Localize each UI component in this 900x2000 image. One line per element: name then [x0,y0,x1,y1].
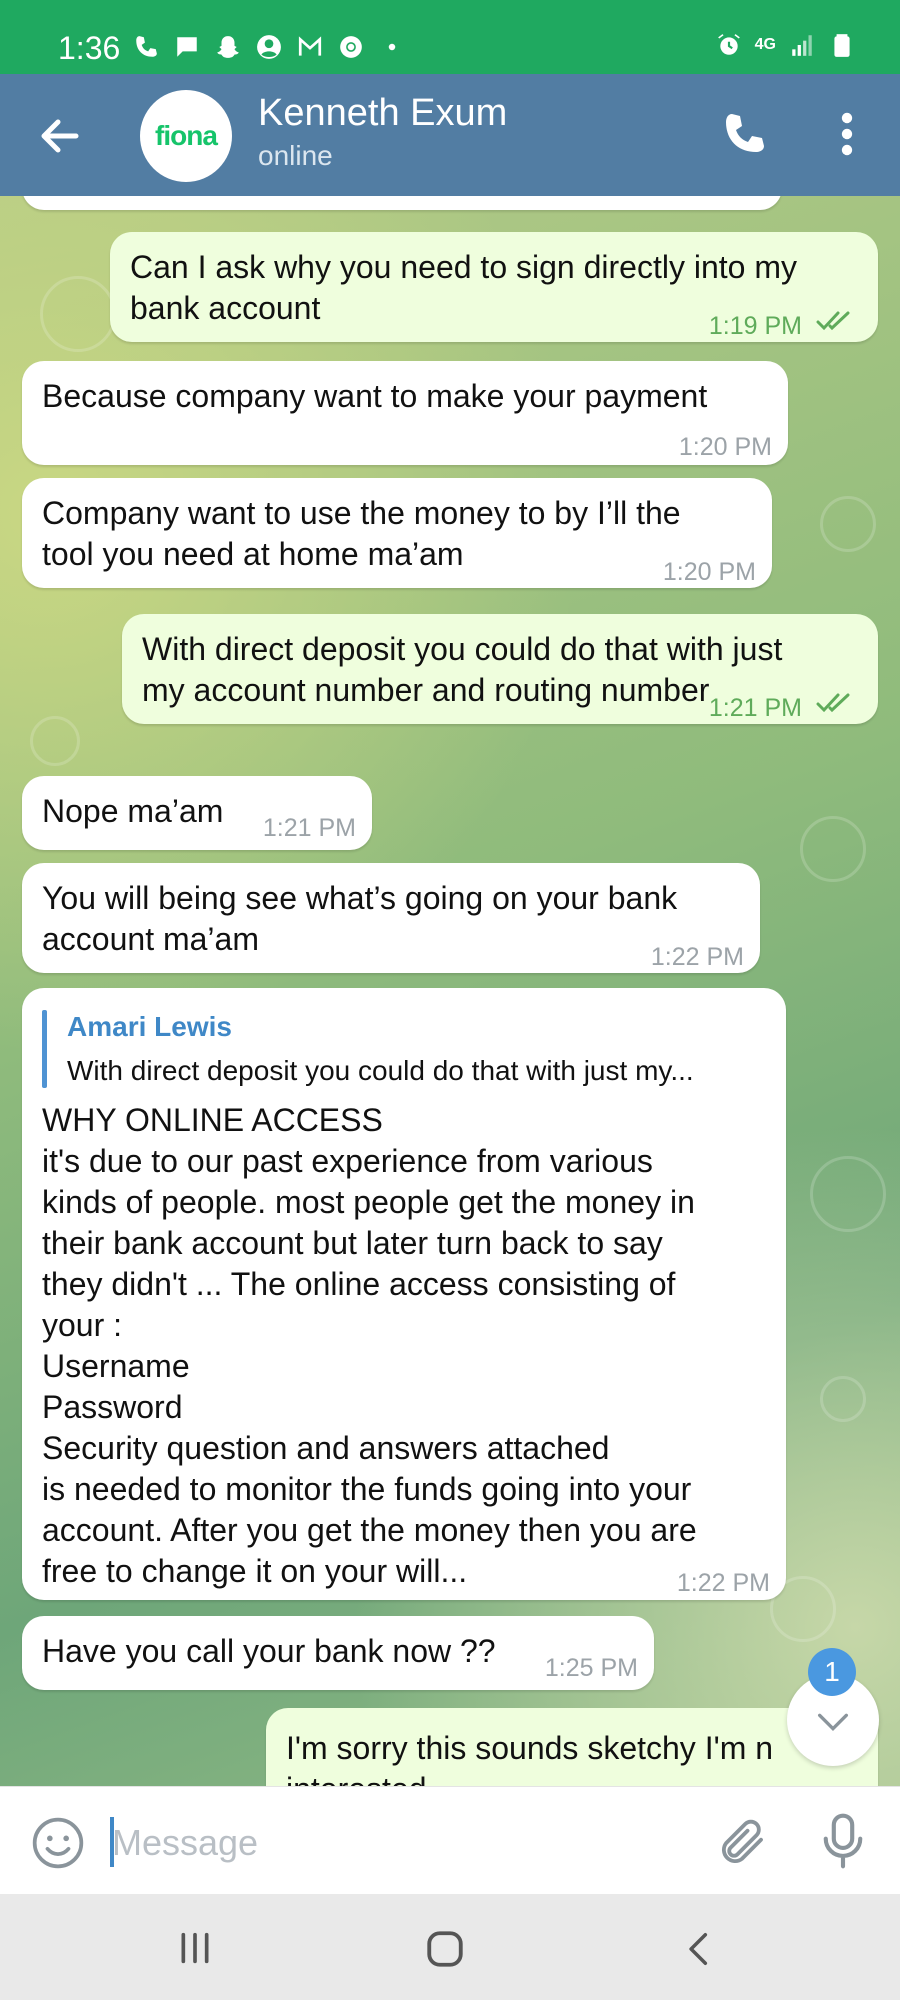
message-time: 1:22 PM [676,1569,770,1597]
phone-call-icon[interactable] [720,110,768,158]
status-bar: 1:36 4G [0,0,900,74]
network-icon: 4G [754,36,776,53]
signal-icon [792,35,812,56]
wallpaper-doodle [820,1376,866,1422]
message-line: Security question and answers attached [42,1430,610,1466]
chat-area[interactable]: 1:17 PM Can I ask why you need to sign d… [0,196,900,1786]
message-line: their bank account but later turn back t… [42,1225,663,1261]
system-nav-bar [0,1894,900,2000]
back-icon[interactable] [680,1928,718,1970]
message-bubble-incoming-reply[interactable]: Amari Lewis With direct deposit you coul… [22,988,786,1600]
message-line: is needed to monitor the funds going int… [42,1471,692,1507]
message-line: You will being see what’s going on your … [42,880,678,916]
message-line: kinds of people. most people get the mon… [42,1184,695,1220]
message-text: Have you call your bank now ?? [42,1631,496,1672]
message-bubble-incoming[interactable]: Nope ma’am 1:21 PM [22,776,372,850]
message-bubble-incoming[interactable]: Have you call your bank now ?? 1:25 PM [22,1616,654,1690]
avatar[interactable]: fiona [140,90,232,182]
message-time: 1:25 PM [544,1654,638,1682]
wallpaper-doodle [800,816,866,882]
message-line: tool you need at home ma’am [42,536,464,572]
reply-snippet[interactable]: With direct deposit you could do that wi… [67,1050,694,1091]
message-bubble-outgoing[interactable]: Can I ask why you need to sign directly … [110,232,878,342]
reply-accent-bar [42,1010,47,1088]
message-line: account. After you get the money then yo… [42,1512,697,1548]
recent-apps-icon[interactable] [174,1928,216,1968]
wallpaper-doodle [40,276,116,352]
message-text: I'm sorry this sounds sketchy I'm n inte… [286,1728,773,1786]
home-icon[interactable] [424,1928,466,1970]
message-time: 1:22 PM [650,943,744,971]
message-time: 1:19 PM [708,312,802,340]
read-ticks-icon [816,693,850,713]
message-time: 1:21 PM [262,814,356,842]
chevron-down-icon [818,1713,848,1732]
microphone-icon[interactable] [820,1811,866,1871]
phone-icon [136,36,157,57]
message-text: Nope ma’am [42,791,223,832]
battery-icon [834,34,850,57]
unread-count-badge[interactable]: 1 [808,1648,856,1696]
message-time: 1:20 PM [662,558,756,586]
system-icons: 4G [715,32,856,58]
more-menu-icon[interactable] [832,108,862,160]
message-line: free to change it on your will... [42,1553,468,1589]
message-time: 1:17 PM [663,196,756,207]
message-line: Because company want to make your paymen… [42,378,708,414]
emoji-icon[interactable] [30,1815,86,1871]
read-ticks-icon [816,311,850,331]
gmail-icon [298,36,322,56]
notification-icons [132,34,406,60]
message-line: it's due to our past experience from var… [42,1143,653,1179]
reply-author[interactable]: Amari Lewis [67,1006,232,1047]
chat-icon [177,37,197,57]
message-line: Have you call your bank now ?? [42,1633,496,1669]
message-bubble-incoming[interactable]: Company want to use the money to by I’ll… [22,478,772,588]
message-time: 1:20 PM [678,433,772,461]
snapchat-icon [217,36,239,58]
dot-icon [388,43,396,51]
account-icon [257,35,281,59]
chat-header: fiona Kenneth Exum online [0,74,900,196]
message-line: WHY ONLINE ACCESS [42,1102,383,1138]
message-line: Company want to use the money to by I’ll… [42,495,681,531]
alarm-icon [717,34,740,55]
message-line: interested [286,1769,773,1786]
message-input[interactable] [110,1813,694,1873]
message-composer [0,1786,900,1895]
message-time: 1:21 PM [708,694,802,722]
message-line: your : [42,1307,123,1343]
message-text: Can I ask why you need to sign directly … [130,247,797,329]
message-bubble-partial[interactable]: 1:17 PM [22,196,782,210]
message-text: You will being see what’s going on your … [42,878,677,960]
contact-status: online [258,140,333,171]
message-text: WHY ONLINE ACCESS it's due to our past e… [42,1100,697,1592]
back-arrow-icon[interactable] [36,112,84,160]
message-line: With direct deposit you could do that wi… [142,631,783,667]
message-line: Username [42,1348,190,1384]
wallpaper-doodle [810,1156,886,1232]
status-time: 1:36 [58,30,121,66]
message-line: my account number and routing number [142,672,710,708]
message-bubble-incoming[interactable]: You will being see what’s going on your … [22,863,760,973]
message-line: bank account [130,290,321,326]
message-line: I'm sorry this sounds sketchy I'm n [286,1730,774,1766]
wallpaper-doodle [30,716,80,766]
chrome-icon [340,36,362,58]
message-line: they didn't ... The online access consis… [42,1266,676,1302]
message-text: Because company want to make your paymen… [42,376,707,417]
contact-name[interactable]: Kenneth Exum [258,92,507,135]
wallpaper-doodle [820,496,876,552]
message-line: Nope ma’am [42,793,224,829]
message-bubble-incoming[interactable]: Because company want to make your paymen… [22,361,788,465]
attach-icon[interactable] [716,1815,770,1869]
message-bubble-outgoing[interactable]: With direct deposit you could do that wi… [122,614,878,724]
avatar-logo-text: fiona [155,120,218,151]
message-text: With direct deposit you could do that wi… [142,629,782,711]
message-text: Company want to use the money to by I’ll… [42,493,681,575]
message-line: Password [42,1389,183,1425]
message-line: account ma’am [42,921,259,957]
message-line: Can I ask why you need to sign directly … [130,249,797,285]
